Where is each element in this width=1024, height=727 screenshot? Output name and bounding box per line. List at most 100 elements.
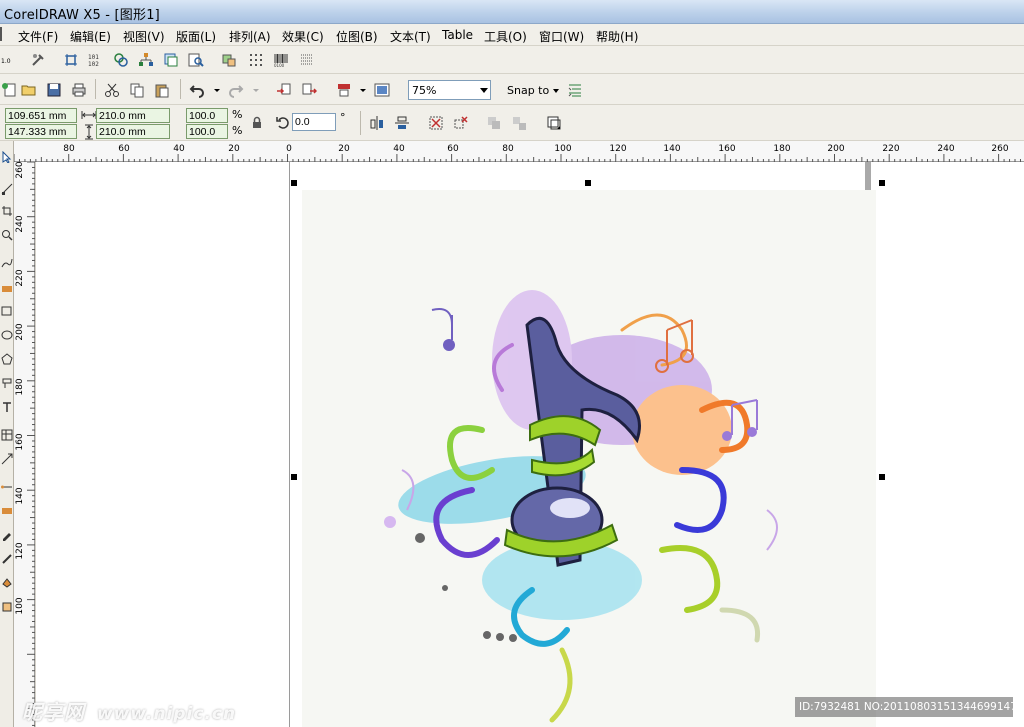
selection-handle-tr[interactable] [879,180,885,186]
horizontal-ruler[interactable]: 80 60 40 20 0 20 40 60 80 100 120 140 16… [14,141,1024,162]
menu-arrange[interactable]: 排列(A) [227,27,273,46]
bitmap-icon[interactable] [220,51,238,69]
outline-tool-icon[interactable] [1,553,13,565]
text-tool-icon[interactable] [1,401,13,413]
swirl-olive [549,647,573,723]
weld-icon[interactable] [452,114,470,132]
menu-table[interactable]: Table [440,27,475,43]
menu-layout[interactable]: 版面(L) [174,27,218,46]
coreldraw-window: CorelDRAW X5 - [图形1] 文件(F) 编辑(E) 视图(V) 版… [0,0,1024,727]
menu-bitmaps[interactable]: 位图(B) [334,27,380,46]
svg-text:0100: 0100 [274,63,285,68]
group-icon[interactable] [485,114,503,132]
basic-shapes-tool-icon[interactable] [1,377,13,389]
open-folder-icon[interactable] [20,81,38,99]
launcher-dropdown-icon[interactable] [354,81,372,99]
options-icon[interactable] [566,81,584,99]
crop-frame-icon[interactable] [62,51,80,69]
table-tool-icon[interactable] [1,429,13,441]
music-note-artwork[interactable] [302,190,876,727]
smart-fill-tool-icon[interactable] [1,281,13,293]
barcode-icon[interactable]: 0100 [272,51,290,69]
rings-icon[interactable] [112,51,130,69]
redo-dropdown-icon[interactable] [247,81,265,99]
interactive-fill-tool-icon[interactable] [1,601,13,613]
undo-dropdown-icon[interactable] [208,81,226,99]
hierarchy-icon[interactable] [137,51,155,69]
menu-help[interactable]: 帮助(H) [594,27,640,46]
mirror-vertical-icon[interactable] [393,114,411,132]
scale-y-field[interactable] [186,124,228,139]
arrange-order-icon[interactable] [545,114,563,132]
zoom-page-icon[interactable] [187,51,205,69]
tools-icon[interactable] [29,51,47,69]
scale-x-field[interactable] [186,108,228,123]
note-head-lilac-1 [722,431,732,441]
freehand-tool-icon[interactable] [1,257,13,269]
vertical-ruler[interactable]: 260 240 220 200 180 160 140 120 100 [14,161,35,727]
connector-tool-icon[interactable] [1,481,13,493]
grid-dots-icon[interactable] [247,51,265,69]
mirror-horizontal-icon[interactable] [368,114,386,132]
new-document-icon[interactable] [0,81,18,99]
redo-icon[interactable] [227,81,245,99]
lines-icon[interactable] [298,51,316,69]
ruler-h-label: 40 [393,144,405,154]
lock-ratio-icon[interactable] [248,114,266,132]
dimension-tool-icon[interactable] [1,453,13,465]
welcome-screen-icon[interactable] [373,81,391,99]
ruler-h-label: 180 [773,144,791,154]
menu-edit[interactable]: 编辑(E) [68,27,113,46]
ruler-h-label: 140 [663,144,681,154]
menu-tools[interactable]: 工具(O) [482,27,529,46]
rectangle-tool-icon[interactable] [1,305,13,317]
layers-icon[interactable] [162,51,180,69]
fill-tool-icon[interactable] [1,577,13,589]
menu-text[interactable]: 文本(T) [388,27,433,46]
copy-icon[interactable] [128,81,146,99]
standard-toolbar: 75% Snap to [0,74,1024,105]
snap-to-button[interactable]: Snap to [507,84,549,97]
crop-tool-icon[interactable] [1,205,13,217]
undo-icon[interactable] [188,81,206,99]
paste-icon[interactable] [153,81,171,99]
cut-icon[interactable] [103,81,121,99]
export-icon[interactable] [300,81,318,99]
ruler-v-label: 160 [15,433,25,451]
ungroup-icon[interactable] [510,114,528,132]
zoom-level-select[interactable]: 75% [408,80,491,100]
chevron-down-icon[interactable] [553,89,559,93]
x-position-field[interactable] [5,108,77,123]
application-launcher-icon[interactable] [335,81,353,99]
width-field[interactable] [96,108,170,123]
title-bar: CorelDRAW X5 - [图形1] [0,0,1024,24]
menu-effects[interactable]: 效果(C) [280,27,326,46]
y-position-field[interactable] [5,124,77,139]
zoom-tool-icon[interactable] [1,229,13,241]
eyedropper-tool-icon[interactable] [1,529,13,541]
dot [496,633,504,641]
version-icon[interactable]: 1.0 [0,51,18,69]
pick-tool-icon[interactable] [1,151,13,163]
selection-handle-mr[interactable] [879,474,885,480]
rotation-field[interactable] [292,113,336,131]
ellipse-tool-icon[interactable] [1,329,13,341]
selection-handle-tc[interactable] [585,180,591,186]
save-icon[interactable] [45,81,63,99]
selection-handle-tl[interactable] [291,180,297,186]
watermark-brand-text: 昵享网 [22,700,85,724]
menu-window[interactable]: 窗口(W) [537,27,586,46]
menu-view[interactable]: 视图(V) [121,27,167,46]
polygon-tool-icon[interactable] [1,353,13,365]
blend-tool-icon[interactable] [1,505,13,517]
menu-file[interactable]: 文件(F) [16,27,60,46]
import-icon[interactable] [275,81,293,99]
window-title: CorelDRAW X5 - [图形1] [4,8,160,23]
align-distribute-icon[interactable] [427,114,445,132]
shape-tool-icon[interactable] [1,183,13,195]
percent-label-y: % [232,124,243,137]
print-icon[interactable] [70,81,88,99]
selection-handle-ml[interactable] [291,474,297,480]
height-field[interactable] [96,124,170,139]
binary-icon[interactable]: 101 102 [87,51,105,69]
